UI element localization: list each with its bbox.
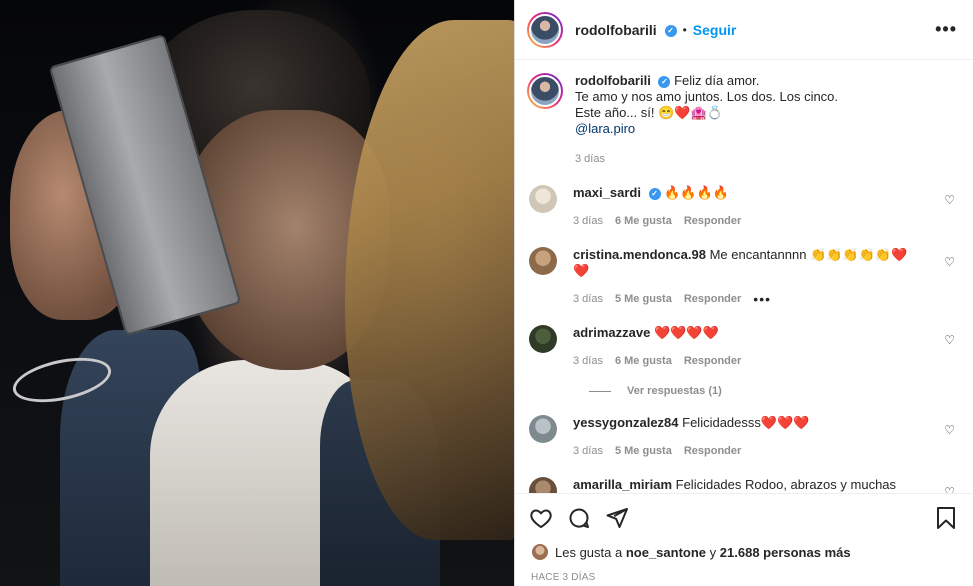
comment-heart-icon[interactable]: ♡ — [944, 193, 955, 207]
bookmark-icon[interactable] — [935, 506, 957, 530]
comment-timestamp[interactable]: 3 días — [573, 291, 603, 307]
post-caption: rodolfobarili ✓ Feliz día amor. Te amo y… — [527, 73, 957, 167]
comment-body: adrimazzave ❤️❤️❤️❤️ 3 días 6 Me gusta R… — [573, 325, 913, 369]
commenter-username[interactable]: amarilla_miriam — [573, 477, 672, 492]
more-icon[interactable]: ••• — [935, 19, 957, 40]
photo-hair-woman — [345, 20, 514, 540]
comment-likes[interactable]: 5 Me gusta — [615, 443, 672, 459]
comment-heart-icon[interactable]: ♡ — [944, 485, 955, 493]
comment-body: amarilla_miriam Felicidades Rodoo, abraz… — [573, 477, 913, 493]
comment-icon[interactable] — [567, 506, 591, 530]
caption-body: rodolfobarili ✓ Feliz día amor. Te amo y… — [575, 73, 915, 167]
comment-item: adrimazzave ❤️❤️❤️❤️ 3 días 6 Me gusta R… — [527, 325, 957, 369]
commenter-avatar[interactable] — [529, 477, 557, 493]
reply-button[interactable]: Responder — [684, 291, 741, 307]
comment-body: cristina.mendonca.98 Me encantannnn 👏👏👏👏… — [573, 247, 913, 307]
liker-avatar[interactable] — [531, 543, 549, 561]
comment-heart-icon[interactable]: ♡ — [944, 423, 955, 437]
replies-divider — [589, 390, 611, 392]
comment-options-icon[interactable]: ••• — [753, 291, 771, 307]
comment-text: ❤️❤️❤️❤️ — [653, 325, 719, 340]
comment-text: Felicidadesss❤️❤️❤️ — [682, 415, 810, 430]
comment-timestamp[interactable]: 3 días — [573, 353, 603, 369]
caption-line-1: Feliz día amor. — [674, 73, 760, 88]
commenter-username[interactable]: adrimazzave — [573, 325, 650, 340]
comment-timestamp[interactable]: 3 días — [573, 443, 603, 459]
caption-avatar[interactable] — [527, 73, 563, 109]
verified-icon: ✓ — [648, 187, 661, 200]
comment-item: cristina.mendonca.98 Me encantannnn 👏👏👏👏… — [527, 247, 957, 307]
view-replies-label[interactable]: Ver respuestas (1) — [627, 385, 722, 397]
comment-timestamp[interactable]: 3 días — [573, 213, 603, 229]
commenter-username[interactable]: maxi_sardi — [573, 185, 641, 200]
reply-button[interactable]: Responder — [684, 443, 741, 459]
instagram-post-view: rodolfobarili ✓ • Seguir ••• rodolfobari… — [0, 0, 973, 586]
verified-icon: ✓ — [658, 75, 671, 88]
follow-button[interactable]: Seguir — [693, 22, 737, 38]
commenter-avatar[interactable] — [529, 325, 557, 353]
commenter-username[interactable]: cristina.mendonca.98 — [573, 247, 706, 262]
author-username-text[interactable]: rodolfobarili — [575, 22, 657, 38]
likes-prefix: Les gusta a — [555, 544, 623, 560]
post-date[interactable]: HACE 3 DÍAS — [531, 572, 595, 583]
reply-button[interactable]: Responder — [684, 213, 741, 229]
share-icon[interactable] — [605, 506, 629, 530]
post-photo[interactable] — [0, 0, 514, 586]
comment-likes[interactable]: 6 Me gusta — [615, 353, 672, 369]
caption-line-2: Te amo y nos amo juntos. Los dos. Los ci… — [575, 89, 839, 104]
comment-text: Felicidades Rodoo, abrazos y muchas — [675, 477, 897, 492]
post-sidebar: rodolfobarili ✓ • Seguir ••• rodolfobari… — [514, 0, 973, 586]
post-header: rodolfobarili ✓ • Seguir ••• — [515, 0, 973, 60]
caption-line-3: Este año... sí! 😁❤️🏩💍 — [575, 105, 723, 120]
post-actions — [515, 493, 973, 541]
caption-timestamp[interactable]: 3 días — [575, 151, 605, 167]
comment-likes[interactable]: 5 Me gusta — [615, 291, 672, 307]
likes-count[interactable]: 21.688 personas más — [720, 545, 851, 560]
commenter-avatar[interactable] — [529, 415, 557, 443]
view-replies-button[interactable]: Ver respuestas (1) — [589, 385, 957, 397]
verified-icon: ✓ — [664, 24, 677, 37]
likes-summary: Les gusta a noe_santone y 21.688 persona… — [531, 541, 957, 563]
comments-list[interactable]: rodolfobarili ✓ Feliz día amor. Te amo y… — [515, 61, 973, 493]
heart-icon[interactable] — [529, 506, 553, 530]
comment-item: yessygonzalez84 Felicidadesss❤️❤️❤️ 3 dí… — [527, 415, 957, 459]
commenter-username[interactable]: yessygonzalez84 — [573, 415, 679, 430]
comment-body: maxi_sardi ✓ 🔥🔥🔥🔥 3 días 6 Me gusta Resp… — [573, 185, 913, 229]
caption-mention-link[interactable]: @lara.piro — [575, 121, 915, 137]
author-avatar[interactable] — [527, 11, 563, 48]
comment-body: yessygonzalez84 Felicidadesss❤️❤️❤️ 3 dí… — [573, 415, 913, 459]
comment-text: 🔥🔥🔥🔥 — [664, 185, 729, 200]
comment-item: maxi_sardi ✓ 🔥🔥🔥🔥 3 días 6 Me gusta Resp… — [527, 185, 957, 229]
likes-middle: y — [709, 544, 717, 560]
comment-item: amarilla_miriam Felicidades Rodoo, abraz… — [527, 477, 957, 493]
caption-username[interactable]: rodolfobarili — [575, 73, 651, 88]
comment-heart-icon[interactable]: ♡ — [944, 255, 955, 269]
comment-likes[interactable]: 6 Me gusta — [615, 213, 672, 229]
author-username[interactable]: rodolfobarili ✓ — [575, 22, 677, 38]
reply-button[interactable]: Responder — [684, 353, 741, 369]
commenter-avatar[interactable] — [529, 185, 557, 213]
header-separator: • — [682, 22, 687, 37]
liker-username[interactable]: noe_santone — [626, 545, 706, 560]
commenter-avatar[interactable] — [529, 247, 557, 275]
comment-heart-icon[interactable]: ♡ — [944, 333, 955, 347]
